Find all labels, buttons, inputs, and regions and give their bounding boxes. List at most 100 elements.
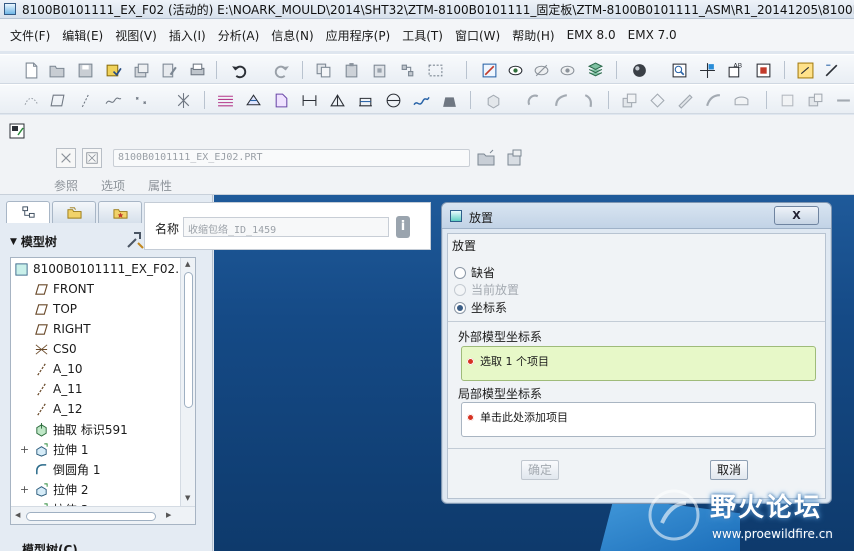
mass-prop-icon[interactable] (328, 91, 346, 109)
external-csys-item[interactable]: 选取 1 个项目 (467, 353, 549, 369)
datum-display-icon[interactable] (754, 61, 772, 79)
redo-icon[interactable] (272, 61, 290, 79)
scroll-right-icon[interactable]: ▶ (166, 511, 171, 519)
shading-sphere-icon[interactable] (630, 61, 648, 79)
menu-emx7[interactable]: EMX 7.0 (628, 28, 677, 42)
tree-vertical-scrollbar[interactable]: ▲ ▼ (180, 258, 195, 506)
measure-diameter-icon[interactable] (384, 91, 402, 109)
feature-name-input[interactable]: 收缩包络_ID_1459 (183, 217, 389, 237)
hide-eye-icon[interactable] (532, 61, 550, 79)
round-tool-icon[interactable] (732, 91, 750, 109)
save-icon[interactable] (76, 61, 94, 79)
draft-tool-icon[interactable] (704, 91, 722, 109)
menu-tools[interactable]: 工具(T) (402, 27, 443, 44)
backup-icon[interactable] (132, 61, 150, 79)
new-file-icon[interactable] (22, 61, 40, 79)
local-csys-item[interactable]: 单击此处添加项目 (467, 409, 568, 425)
zoom-window-icon[interactable] (670, 61, 688, 79)
scroll-thumb[interactable] (184, 272, 193, 408)
mirror-tool-icon[interactable] (806, 91, 824, 109)
dialog-titlebar[interactable]: 放置 X (442, 203, 831, 229)
save-copy-icon[interactable] (104, 61, 122, 79)
dimension-icon[interactable] (300, 91, 318, 109)
layers-icon[interactable] (586, 61, 604, 79)
scroll-left-icon[interactable]: ◀ (15, 511, 20, 519)
radio-coordinate-system[interactable]: 坐标系 (454, 299, 507, 316)
paste-icon[interactable] (342, 61, 360, 79)
tab-favorites[interactable] (98, 201, 142, 223)
menu-help[interactable]: 帮助(H) (512, 27, 554, 44)
tab-model-tree[interactable] (6, 201, 50, 223)
local-csys-collector[interactable]: 单击此处添加项目 (461, 402, 816, 437)
shell-tool-icon[interactable] (648, 91, 666, 109)
tree-horizontal-scrollbar[interactable]: ◀ ▶ (11, 506, 195, 524)
graph-icon[interactable] (412, 91, 430, 109)
radio-button[interactable] (454, 266, 466, 279)
scroll-up-icon[interactable]: ▲ (185, 260, 190, 268)
bottom-tree-label[interactable]: 模型树(C) (22, 541, 78, 551)
pattern-tool-icon[interactable] (834, 91, 852, 109)
tab-properties[interactable]: 属性 (148, 177, 172, 194)
tree-settings-icon[interactable] (124, 229, 146, 251)
expand-plus-icon[interactable]: + (19, 483, 30, 496)
menu-edit[interactable]: 编辑(E) (62, 27, 103, 44)
coordinate-system-tool-icon[interactable] (174, 91, 192, 109)
tree-item-top[interactable]: TOP (33, 299, 77, 319)
tree-item-a11[interactable]: A_11 (33, 379, 82, 399)
note-icon[interactable] (272, 91, 290, 109)
menu-applications[interactable]: 应用程序(P) (326, 27, 391, 44)
reference-model-icon[interactable] (504, 148, 524, 168)
open-file-icon[interactable] (48, 61, 66, 79)
info-icon[interactable]: i (396, 216, 410, 238)
menu-insert[interactable]: 插入(I) (169, 27, 206, 44)
sketcher-icon[interactable] (822, 61, 840, 79)
menu-emx8[interactable]: EMX 8.0 (567, 28, 616, 42)
extrude-tool-icon[interactable] (484, 91, 502, 109)
menu-analysis[interactable]: 分析(A) (218, 27, 260, 44)
sweep-tool-icon[interactable] (552, 91, 570, 109)
tree-item-root[interactable]: 8100B0101111_EX_F02.PI (13, 259, 190, 279)
tree-item-round1[interactable]: 倒圆角 1 (33, 459, 100, 479)
datum-point-tool-icon[interactable] (132, 91, 150, 109)
tree-item-extrude2[interactable]: + 拉伸 2 (19, 479, 89, 499)
datum-plane-tool-icon[interactable] (48, 91, 66, 109)
datum-curve-icon[interactable] (104, 91, 122, 109)
paste-special-icon[interactable] (370, 61, 388, 79)
rename-icon[interactable] (160, 61, 178, 79)
menu-info[interactable]: 信息(N) (271, 27, 313, 44)
radio-default[interactable]: 缺省 (454, 264, 495, 281)
datum-point-icon[interactable] (22, 91, 40, 109)
dashboard-cancel-button[interactable] (82, 148, 102, 168)
scroll-down-icon[interactable]: ▼ (185, 494, 190, 502)
tree-item-a10[interactable]: A_10 (33, 359, 82, 379)
annotation-display-icon[interactable]: AB (726, 61, 744, 79)
measure-icon[interactable] (356, 91, 374, 109)
regenerate-icon[interactable] (398, 61, 416, 79)
chamfer-tool-icon[interactable] (778, 91, 796, 109)
tree-item-front[interactable]: FRONT (33, 279, 94, 299)
revolve-tool-icon[interactable] (524, 91, 542, 109)
undo-icon[interactable] (230, 61, 248, 79)
open-folder-icon[interactable] (476, 148, 496, 168)
tab-options[interactable]: 选项 (101, 177, 125, 194)
external-csys-collector[interactable]: 选取 1 个项目 (461, 346, 816, 381)
view-eye-icon[interactable] (506, 61, 524, 79)
blend-tool-icon[interactable] (580, 91, 598, 109)
tree-item-extract[interactable]: 抽取 标识591 (33, 419, 128, 439)
hole-icon[interactable] (216, 91, 234, 109)
datum-axis-tool-icon[interactable] (76, 91, 94, 109)
expand-plus-icon[interactable]: + (19, 443, 30, 456)
radio-button-selected[interactable] (454, 301, 466, 314)
rib-tool-icon[interactable] (676, 91, 694, 109)
copy-icon[interactable] (314, 61, 332, 79)
tab-folder-browser[interactable] (52, 201, 96, 223)
spin-center-icon[interactable] (698, 61, 716, 79)
hole-tool-icon[interactable] (620, 91, 638, 109)
tree-item-cs0[interactable]: CS0 (33, 339, 77, 359)
menu-view[interactable]: 视图(V) (115, 27, 157, 44)
dashboard-model-field[interactable]: 8100B0101111_EX_EJ02.PRT (113, 149, 470, 167)
tree-item-extrude1[interactable]: + 拉伸 1 (19, 439, 89, 459)
model-icon[interactable] (244, 91, 262, 109)
select-box-icon[interactable] (426, 61, 444, 79)
scroll-thumb[interactable] (26, 512, 156, 521)
